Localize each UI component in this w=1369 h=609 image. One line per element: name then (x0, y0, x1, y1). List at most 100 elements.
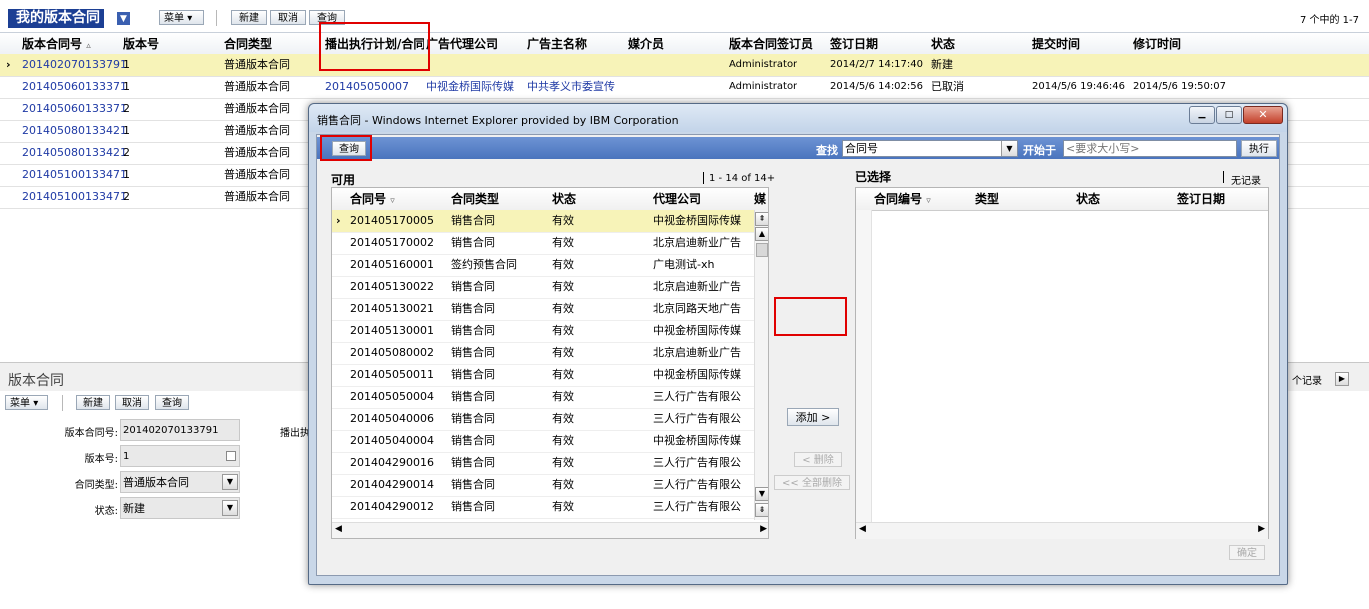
available-row[interactable]: 201404290014 销售合同 有效 三人行广告有限公 (332, 474, 756, 497)
available-row[interactable]: 201405050004 销售合同 有效 三人行广告有限公 (332, 386, 756, 409)
scroll-thumb[interactable] (756, 243, 768, 257)
available-row[interactable]: 201405040004 销售合同 有效 中视金桥国际传媒 (332, 430, 756, 453)
col-date[interactable]: 签订日期 (830, 33, 878, 55)
contract-no-cell: 201404290014 (350, 478, 434, 491)
search-input[interactable] (1063, 140, 1237, 157)
execute-button[interactable]: 执行 (1241, 140, 1277, 157)
available-row[interactable]: 201405040006 销售合同 有效 三人行广告有限公 (332, 408, 756, 431)
starts-with-label: 开始于 (1023, 144, 1056, 157)
col-contract-no[interactable]: 合同号 ▿ (350, 188, 395, 212)
contract-type-cell: 销售合同 (451, 478, 495, 491)
available-row[interactable]: › 201405170005 销售合同 有效 中视金桥国际传媒 (332, 210, 756, 233)
col-version[interactable]: 版本号 (123, 33, 159, 55)
col-sel-date[interactable]: 签订日期 (1177, 188, 1225, 210)
selected-hscroll[interactable]: ◀ ▶ (856, 522, 1268, 539)
arrow-right-icon[interactable]: ▶ (1258, 524, 1265, 534)
col-media[interactable]: 媒介员 (628, 33, 664, 55)
available-row[interactable]: 201404290016 销售合同 有效 三人行广告有限公 (332, 452, 756, 475)
table-row[interactable]: 201405060133371 1 普通版本合同 201405050007 中视… (0, 76, 1369, 99)
col-contract-status[interactable]: 状态 (552, 188, 576, 210)
col-advertiser[interactable]: 广告主名称 (527, 33, 587, 55)
maximize-button[interactable]: □ (1216, 106, 1242, 124)
scroll-bottom-button[interactable]: ⇟ (755, 503, 768, 517)
scroll-up-button[interactable]: ▲ (755, 227, 768, 241)
main-new-button[interactable]: 新建 (231, 10, 267, 25)
col-agency[interactable]: 广告代理公司 (426, 33, 498, 55)
col-sel-type[interactable]: 类型 (975, 188, 999, 210)
remove-button[interactable]: < 删除 (794, 452, 842, 467)
available-row[interactable]: 201405130022 销售合同 有效 北京启迪新业广告 (332, 276, 756, 299)
available-header: 合同号 ▿ 合同类型 状态 代理公司 媒 (332, 188, 768, 212)
main-menu-button[interactable]: 菜单 ▾ (159, 10, 204, 25)
dialog-content: 查询 查找 合同号 ▼ 开始于 执行 可用 1 - 14 of 14+ 合同号 … (316, 134, 1280, 576)
dialog-titlebar: 销售合同 - Windows Internet Explorer provide… (309, 104, 1287, 132)
chevron-down-icon[interactable]: ▼ (222, 500, 238, 516)
arrow-left-icon[interactable]: ◀ (859, 524, 866, 534)
available-row[interactable]: 201405050011 销售合同 有效 中视金桥国际传媒 (332, 364, 756, 387)
contract-status-cell: 有效 (552, 236, 574, 249)
dialog-window-title: 销售合同 - Windows Internet Explorer provide… (317, 114, 679, 127)
col-status[interactable]: 状态 (931, 33, 955, 55)
available-row[interactable]: 201405160001 签约预售合同 有效 广电测试-xh (332, 254, 756, 277)
col-sel-status[interactable]: 状态 (1076, 188, 1100, 210)
arrow-right-icon[interactable]: ▶ (760, 524, 767, 534)
contract-type-cell: 销售合同 (451, 368, 495, 381)
add-button[interactable]: 添加 > (787, 408, 839, 426)
available-row[interactable]: 201405170002 销售合同 有效 北京启迪新业广告 (332, 232, 756, 255)
detail-menu-button[interactable]: 菜单 ▾ (5, 395, 48, 410)
agency-cell: 中视金桥国际传媒 (653, 324, 741, 337)
available-row[interactable]: 201405130001 销售合同 有效 中视金桥国际传媒 (332, 320, 756, 343)
available-vscroll[interactable]: ⇞ ▲ ▼ ⇟ (754, 210, 768, 520)
contract-no-cell: 201405130022 (350, 280, 434, 293)
col-submitted[interactable]: 提交时间 (1032, 33, 1080, 55)
remove-all-button[interactable]: << 全部删除 (774, 475, 850, 490)
col-agency-company[interactable]: 代理公司 (653, 188, 701, 210)
col-contract-type[interactable]: 合同类型 (451, 188, 499, 210)
type-select[interactable]: 普通版本合同 ▼ (120, 471, 240, 493)
title-dropdown-button[interactable]: ▼ (116, 11, 131, 26)
available-row[interactable]: 201404290012 销售合同 有效 三人行广告有限公 (332, 496, 756, 519)
col-revised[interactable]: 修订时间 (1133, 33, 1181, 55)
sort-icon: ▿ (926, 196, 931, 206)
available-row[interactable]: 201405130021 销售合同 有效 北京同路天地广告 (332, 298, 756, 321)
type-label: 合同类型: (74, 480, 118, 491)
contract-status-cell: 有效 (552, 346, 574, 359)
ok-button[interactable]: 确定 (1229, 545, 1265, 560)
scroll-top-button[interactable]: ⇞ (755, 212, 768, 226)
no-records-label: 无记录 (1231, 176, 1261, 187)
scroll-down-button[interactable]: ▼ (755, 487, 768, 501)
col-media-truncated[interactable]: 媒 (754, 188, 766, 210)
close-button[interactable]: ✕ (1243, 106, 1283, 124)
status-select[interactable]: 新建 ▼ (120, 497, 240, 519)
chevron-down-icon[interactable]: ▼ (222, 474, 238, 490)
arrow-up-icon: ▲ (758, 229, 766, 238)
selected-list: 合同编号 ▿ 类型 状态 签订日期 ◀ ▶ (855, 187, 1269, 539)
contract-type-cell: 销售合同 (451, 390, 495, 403)
table-row[interactable]: › 201402070133791 1 普通版本合同 Administrator… (0, 54, 1369, 77)
contract-type-cell: 销售合同 (451, 324, 495, 337)
chevron-down-icon[interactable]: ▼ (1001, 141, 1017, 156)
col-sel-contract-no[interactable]: 合同编号 ▿ (874, 188, 931, 212)
available-hscroll[interactable]: ◀ ▶ (332, 522, 768, 538)
detail-records-label: 个记录 (1292, 376, 1322, 387)
main-cancel-button[interactable]: 取消 (270, 10, 306, 25)
contract-no-cell: 201405050011 (350, 368, 434, 381)
arrow-left-icon[interactable]: ◀ (335, 524, 342, 534)
contract-no-cell: 201405040006 (350, 412, 434, 425)
detail-new-button[interactable]: 新建 (76, 395, 110, 410)
arrow-down-icon: ▼ (758, 489, 766, 498)
col-type[interactable]: 合同类型 (224, 33, 272, 55)
contract-no-cell: 201405130021 (350, 302, 434, 315)
contract-number-field[interactable]: 201402070133791 (120, 419, 240, 441)
detail-query-button[interactable]: 查询 (155, 395, 189, 410)
find-field-select[interactable]: 合同号 ▼ (842, 140, 1018, 157)
version-field[interactable]: 1 (120, 445, 240, 467)
calculator-icon[interactable] (226, 451, 236, 461)
col-signer[interactable]: 版本合同签订员 (729, 33, 813, 55)
sort-up-icon: ▵ (86, 41, 91, 51)
detail-cancel-button[interactable]: 取消 (115, 395, 149, 410)
minimize-button[interactable]: ▁ (1189, 106, 1215, 124)
available-row[interactable]: 201405080002 销售合同 有效 北京启迪新业广告 (332, 342, 756, 365)
scroll-top-icon: ⇞ (758, 214, 766, 223)
detail-next-button[interactable]: ▶ (1335, 372, 1349, 386)
